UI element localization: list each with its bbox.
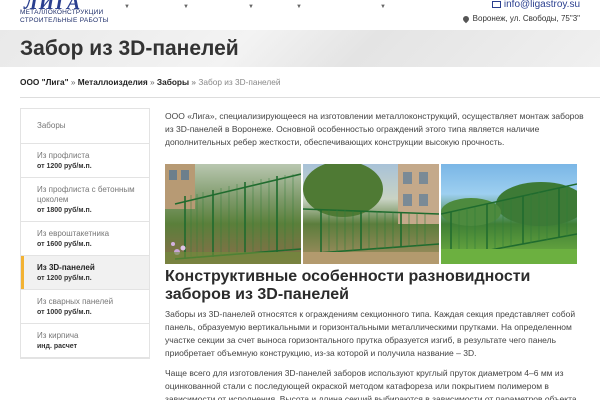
sidebar-item-euroshtaketnik[interactable]: Из евроштакетника от 1600 руб/м.п. [21,222,149,256]
top-bar: ЛИГА МЕТАЛЛОКОНСТРУКЦИИ СТРОИТЕЛЬНЫЕ РАБ… [0,0,600,30]
breadcrumb-separator: » [68,77,78,87]
breadcrumb: ООО "Лига" » Металлоизделия » Заборы » З… [20,77,280,87]
sidebar-item-3d-panels[interactable]: Из 3D-панелей от 1200 руб/м.п. [21,256,149,290]
page-title: Забор из 3D-панелей [20,37,239,60]
nav-menu-chevron-down-icon[interactable]: ▼ [183,4,189,10]
sidebar-item-fences[interactable]: Заборы [21,109,149,144]
sidebar-item-price: инд. расчет [37,343,78,350]
sidebar-item-label: Из профлиста [37,151,90,160]
address: Воронеж, ул. Свободы, 75"3" [461,14,580,24]
mail-icon [491,0,501,8]
paragraph-construction: Заборы из 3D-панелей относятся к огражде… [165,309,576,358]
breadcrumb-current: Забор из 3D-панелей [198,77,281,87]
sidebar: Заборы Из профлиста от 1200 руб/м.п. Из … [20,108,150,359]
breadcrumb-link-metal[interactable]: Металлоизделия [78,77,148,87]
location-pin-icon [461,14,470,24]
logo-line-2: СТРОИТЕЛЬНЫЕ РАБОТЫ [20,17,109,24]
sidebar-item-brick[interactable]: Из кирпича инд. расчет [21,324,149,358]
email-text: info@ligastroy.su [503,0,580,10]
sidebar-item-label: Из 3D-панелей [37,263,95,272]
sidebar-item-profnastil[interactable]: Из профлиста от 1200 руб/м.п. [21,144,149,178]
nav-menu-chevron-down-icon[interactable]: ▼ [380,4,386,10]
breadcrumb-separator: » [189,77,199,87]
section-heading: Конструктивные особенности разновидности… [165,268,531,303]
logo-line-1: МЕТАЛЛОКОНСТРУКЦИИ [20,9,104,16]
sidebar-item-label: Из евроштакетника [37,229,110,238]
sidebar-item-welded-panels[interactable]: Из сварных панелей от 1000 руб/м.п. [21,290,149,324]
sidebar-item-label: Из сварных панелей [37,297,114,306]
sidebar-item-price: от 1800 руб/м.п. [37,207,92,214]
sidebar-item-label: Заборы [37,121,66,130]
sidebar-item-price: от 1600 руб/м.п. [37,241,92,248]
gallery-photo-3[interactable] [441,164,577,264]
paragraph-materials: Чаще всего для изготовления 3D-панелей з… [165,368,579,400]
sidebar-item-label: Из профлиста с бетонным цоколем [37,185,135,204]
fence-photo-image [303,164,439,264]
sidebar-item-profnastil-concrete[interactable]: Из профлиста с бетонным цоколем от 1800 … [21,178,149,222]
sidebar-item-price: от 1000 руб/м.п. [37,309,92,316]
sidebar-item-label: Из кирпича [37,331,79,340]
page-title-band: Забор из 3D-панелей [0,30,600,67]
divider [20,97,600,98]
main-content: ООО «Лига», специализирующееся на изгото… [165,110,585,400]
address-text: Воронеж, ул. Свободы, 75"3" [472,14,580,23]
photo-gallery [165,164,585,264]
breadcrumb-link-fences[interactable]: Заборы [157,77,189,87]
nav-menu-chevron-down-icon[interactable]: ▼ [124,4,130,10]
company-logo[interactable]: ЛИГА МЕТАЛЛОКОНСТРУКЦИИ СТРОИТЕЛЬНЫЕ РАБ… [20,0,130,30]
sidebar-item-price: от 1200 руб/м.п. [37,275,92,282]
breadcrumb-separator: » [147,77,157,87]
fence-photo-image [165,164,301,264]
breadcrumb-link-home[interactable]: ООО "Лига" [20,77,69,87]
nav-menu-chevron-down-icon[interactable]: ▼ [296,4,302,10]
gallery-photo-1[interactable] [165,164,301,264]
sidebar-item-price: от 1200 руб/м.п. [37,163,92,170]
fence-photo-image [441,182,577,264]
nav-menu-chevron-down-icon[interactable]: ▼ [248,4,254,10]
email-link[interactable]: info@ligastroy.su [491,0,580,10]
gallery-photo-2[interactable] [303,164,439,264]
intro-paragraph: ООО «Лига», специализирующееся на изгото… [165,111,584,147]
